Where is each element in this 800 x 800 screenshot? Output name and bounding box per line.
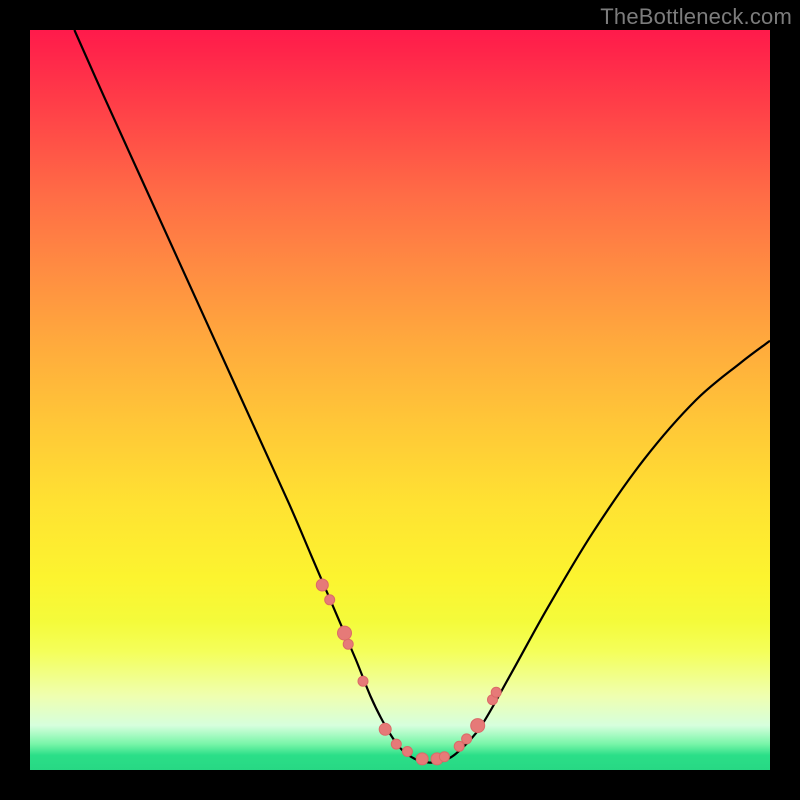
marker-dot	[343, 639, 353, 649]
marker-dot	[439, 752, 449, 762]
marker-dot	[402, 747, 412, 757]
marker-dot	[416, 753, 428, 765]
curve-svg	[30, 30, 770, 770]
figure-frame: TheBottleneck.com	[0, 0, 800, 800]
watermark-text: TheBottleneck.com	[600, 4, 792, 30]
marker-dot	[379, 723, 391, 735]
marker-dot	[491, 687, 501, 697]
marker-dot	[325, 595, 335, 605]
bottleneck-curve	[74, 30, 770, 763]
marker-dot	[358, 676, 368, 686]
marker-dot	[316, 579, 328, 591]
marker-dot	[391, 739, 401, 749]
plot-area	[30, 30, 770, 770]
marker-dot	[471, 719, 485, 733]
marker-dot	[454, 741, 464, 751]
marker-dot	[462, 734, 472, 744]
marker-dot	[338, 626, 352, 640]
